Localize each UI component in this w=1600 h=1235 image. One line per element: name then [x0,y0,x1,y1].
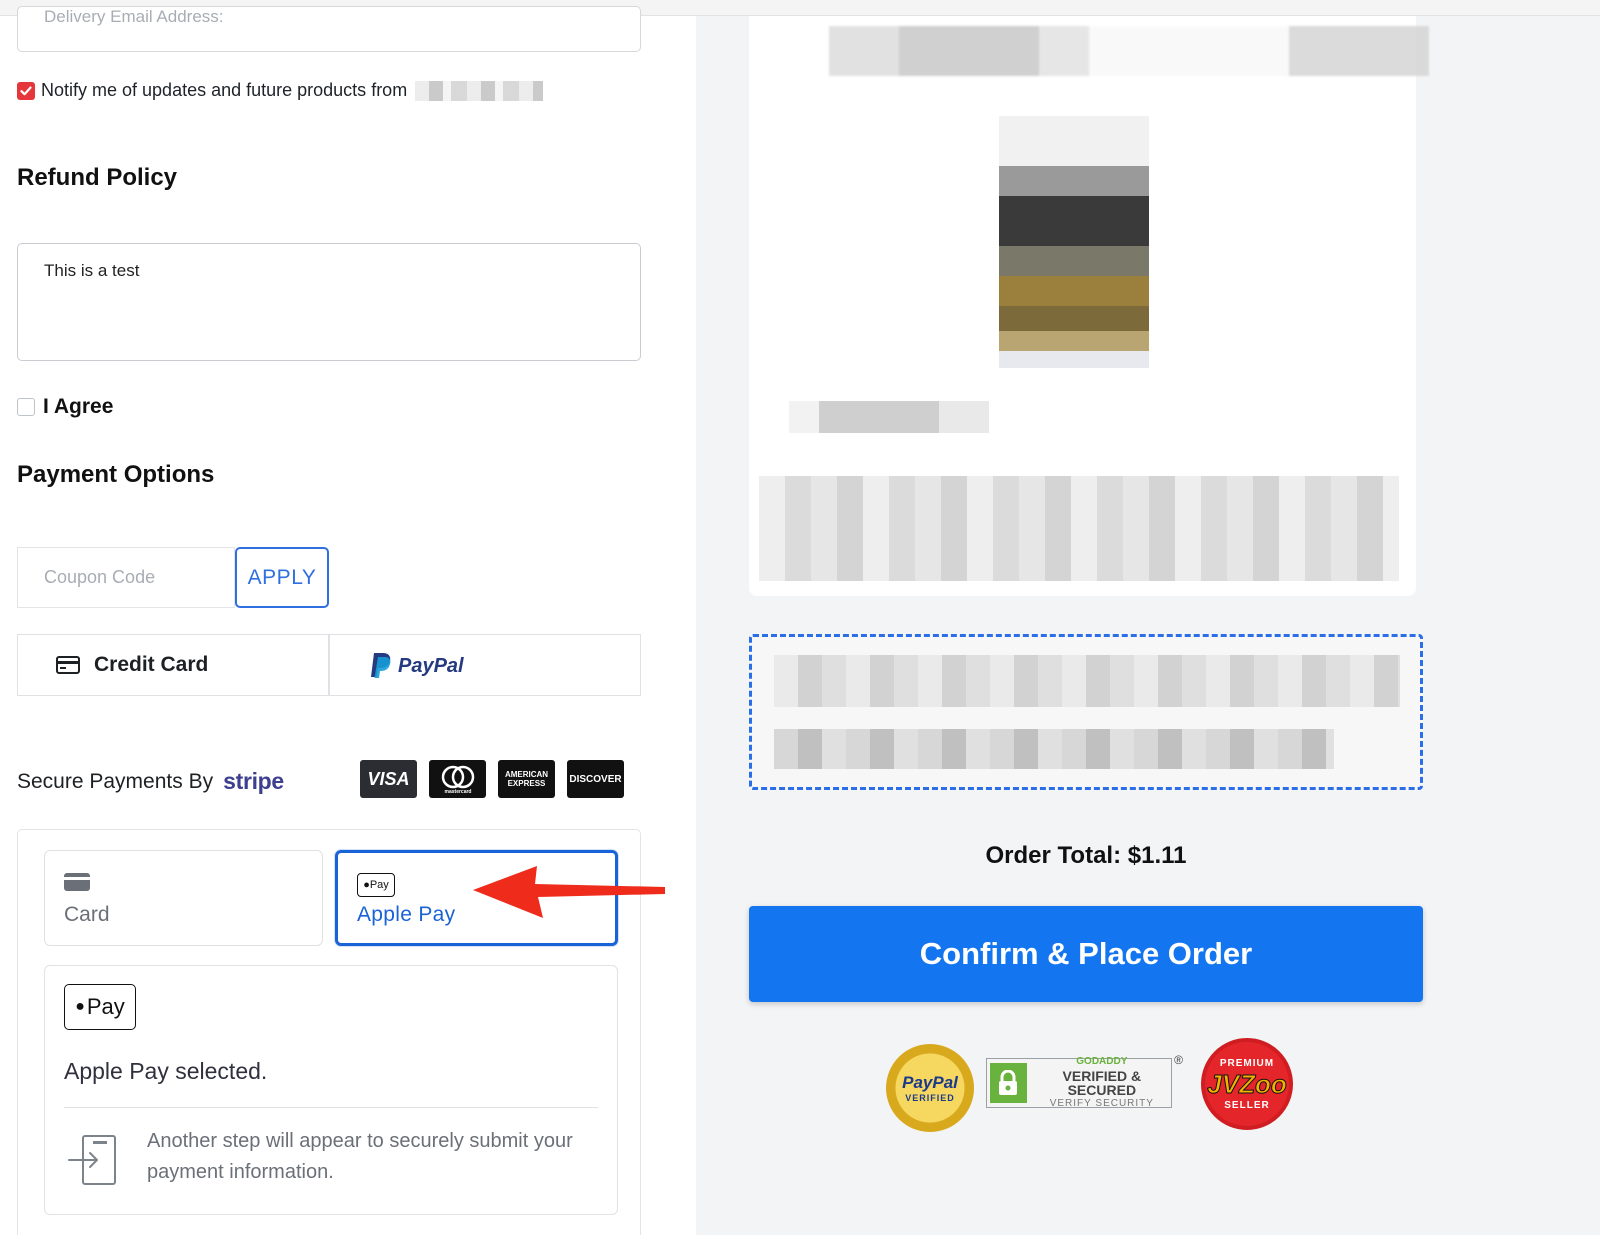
redacted-vendor-name [415,80,544,101]
notify-checkbox[interactable] [17,81,35,100]
apple-pay-step-text: Another step will appear to securely sub… [147,1130,573,1183]
svg-text:PayPal: PayPal [398,655,464,677]
delivery-email-placeholder: Delivery Email Address: [44,7,224,26]
agree-checkbox-row[interactable]: I Agree [17,395,113,419]
product-summary-card [749,16,1429,596]
checkmark-icon [20,86,32,95]
refund-policy-textarea[interactable]: This is a test [17,243,641,361]
redacted-product-description [759,476,1399,581]
tab-apple-pay-label: Apple Pay [357,903,456,926]
apple-pay-panel: ● Pay Apple Pay selected. Another step wi… [44,965,618,1215]
redacted-bump-text [774,729,1334,769]
apple-pay-selected-text: Apple Pay selected. [64,1058,268,1084]
tab-card[interactable]: Card [44,850,323,946]
order-total: Order Total: $1.11 [985,842,1187,869]
confirm-place-order-button[interactable]: Confirm & Place Order [749,906,1423,1002]
paypal-logo: PayPal [371,653,464,678]
agree-label: I Agree [43,395,114,418]
discover-logo: DISCOVER [567,760,624,798]
apple-pay-logo: ● Pay [64,984,136,1030]
delivery-email-field[interactable]: Delivery Email Address: [17,6,641,52]
redirect-step-icon [67,1132,123,1193]
notify-checkbox-row[interactable]: Notify me of updates and future products… [17,80,544,101]
order-bump-box[interactable] [749,634,1423,790]
credit-card-method-button[interactable]: Credit Card [17,634,329,696]
payment-options-heading: Payment Options [17,461,215,488]
card-icon [64,873,90,896]
trust-badges: PayPal VERIFIED GODADDY VERIFIED & SECUR… [886,1038,1306,1138]
refund-policy-text: This is a test [44,261,140,280]
redacted-product-title [789,26,1429,76]
godaddy-secured-badge: GODADDY VERIFIED & SECURED VERIFY SECURI… [986,1053,1183,1109]
visa-logo: VISA [360,760,417,798]
red-arrow-annotation [473,866,665,918]
svg-text:mastercard: mastercard [444,789,471,795]
lock-icon [990,1063,1027,1103]
redacted-product-image [999,116,1149,368]
apple-pay-icon: ● Pay [357,873,395,897]
paypal-method-button[interactable]: PayPal [329,634,641,696]
order-summary-column: Order Total: $1.11 Confirm & Place Order… [696,16,1600,1235]
stripe-logo: stripe [223,768,284,794]
redacted-bump-heading [774,655,1400,707]
refund-policy-heading: Refund Policy [17,164,178,191]
divider [64,1107,598,1108]
notify-label: Notify me of updates and future products… [41,80,408,100]
coupon-code-input[interactable]: Coupon Code [17,547,235,608]
tab-card-label: Card [64,903,110,926]
coupon-placeholder: Coupon Code [44,567,156,587]
secure-payments-row: Secure Payments By stripe [17,768,284,795]
credit-card-label: Credit Card [94,653,209,676]
amex-logo: AMERICAN EXPRESS [498,760,555,798]
redacted-product-price [789,401,989,433]
credit-card-icon [56,656,80,674]
checkout-form-column: Delivery Email Address: Notify me of upd… [0,6,696,1235]
mastercard-logo: mastercard [429,760,486,798]
agree-checkbox[interactable] [17,398,35,416]
apply-coupon-button[interactable]: APPLY [235,547,329,608]
jvzoo-premium-seller-badge: PREMIUM JVZoo SELLER [1201,1038,1293,1130]
accepted-cards: VISA mastercard AMERICAN EXPRESS DISCOVE… [360,760,624,798]
paypal-verified-badge: PayPal VERIFIED [886,1044,974,1132]
secure-payments-text: Secure Payments By [17,769,214,793]
